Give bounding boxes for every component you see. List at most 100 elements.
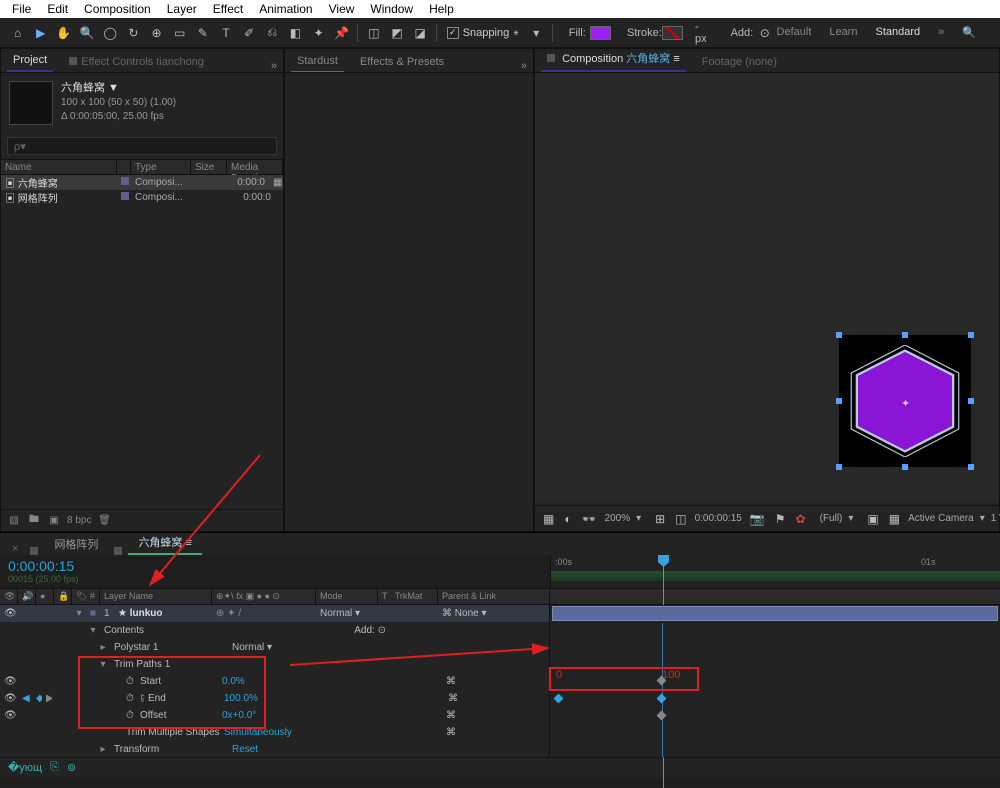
menu-effect[interactable]: Effect: [205, 2, 251, 16]
orbit-tool-icon[interactable]: ◯: [101, 23, 120, 43]
stopwatch-icon[interactable]: ⏱: [122, 710, 136, 721]
keyframe-end-0[interactable]: [554, 694, 564, 704]
layer1-bar[interactable]: [552, 606, 998, 621]
col-layer-name[interactable]: Layer Name: [100, 589, 212, 604]
tab-project[interactable]: Project: [7, 50, 53, 72]
show-snapshot-icon[interactable]: ⚑: [775, 509, 786, 529]
transform-row[interactable]: ▸ Transform Reset: [0, 741, 549, 757]
col-audio-icon[interactable]: 🔊: [18, 589, 36, 604]
time-ruler[interactable]: :00s 01s 02s: [550, 555, 1000, 588]
add-label[interactable]: Add:: [731, 27, 754, 39]
trash-icon[interactable]: 🗑: [97, 514, 111, 528]
interpret-icon[interactable]: ▧: [7, 514, 21, 528]
tab-footage[interactable]: Footage (none): [696, 52, 783, 72]
col-solo-icon[interactable]: ●: [36, 589, 54, 604]
contents-row[interactable]: ▾ Contents Add: ⊙: [0, 622, 549, 639]
col-eye-icon[interactable]: 👁: [0, 589, 18, 604]
rotate-tool-icon[interactable]: ↻: [124, 23, 143, 43]
workspace-default[interactable]: Default: [777, 26, 812, 39]
composition-viewer[interactable]: ✦: [535, 73, 999, 503]
tab-effects-presets[interactable]: Effects & Presets: [354, 52, 450, 72]
timeline-tab-1[interactable]: 网格阵列: [44, 533, 108, 555]
start-value[interactable]: 0.0%: [218, 676, 304, 687]
stroke-width[interactable]: - px: [695, 21, 713, 45]
snap-opts-icon[interactable]: ▾: [527, 23, 546, 43]
col-mode[interactable]: Mode: [316, 589, 378, 604]
stroke-swatch[interactable]: [662, 26, 683, 40]
search-help-icon[interactable]: 🔍: [962, 26, 976, 39]
home-icon[interactable]: ⌂: [8, 23, 27, 43]
local-axis-icon[interactable]: ◫: [364, 23, 383, 43]
fill-label[interactable]: Fill:: [569, 27, 586, 39]
clone-tool-icon[interactable]: ⎌: [263, 23, 282, 43]
menu-layer[interactable]: Layer: [159, 2, 205, 16]
trimpaths-row[interactable]: ▾ Trim Paths 1: [0, 656, 549, 673]
viewer-timecode[interactable]: 0:00:00:15: [695, 513, 742, 524]
timeline-close-icon[interactable]: ×: [12, 543, 18, 555]
workspace-learn[interactable]: Learn: [829, 26, 857, 39]
trim-multiple-row[interactable]: Trim Multiple Shapes Simultaneously ⌘: [0, 724, 549, 741]
view-axis-icon[interactable]: ◪: [411, 23, 430, 43]
region-icon[interactable]: ▣: [867, 509, 878, 529]
menu-composition[interactable]: Composition: [76, 2, 159, 16]
keyframe-end-1[interactable]: [657, 694, 667, 704]
fill-swatch[interactable]: [590, 26, 611, 40]
col-label[interactable]: [117, 160, 131, 174]
offset-value[interactable]: 0x+0.0°: [218, 710, 304, 721]
snapshot-icon[interactable]: 📷: [750, 509, 765, 529]
brush-tool-icon[interactable]: ✐: [240, 23, 259, 43]
menu-file[interactable]: File: [4, 2, 39, 16]
col-name[interactable]: Name: [1, 160, 117, 174]
anchor-point-icon[interactable]: ✦: [901, 397, 910, 410]
menu-view[interactable]: View: [321, 2, 363, 16]
col-parent[interactable]: Parent & Link: [438, 589, 550, 604]
rect-tool-icon[interactable]: ▭: [170, 23, 189, 43]
bpc-toggle[interactable]: 8 bpc: [67, 515, 91, 526]
pen-tool-icon[interactable]: ✎: [193, 23, 212, 43]
anchor-tool-icon[interactable]: ⊕: [147, 23, 166, 43]
stroke-label[interactable]: Stroke:: [627, 27, 662, 39]
layer-row-1[interactable]: 👁 ▾ ■ 1 ★ lunkuo ⊕ ✦ / Normal ▾ ⌘ None ▾: [0, 605, 549, 622]
color-mgmt-icon[interactable]: ✿: [796, 509, 806, 529]
start-row[interactable]: 👁 ⏱ Start 0.0% ⌘: [0, 673, 549, 690]
add-menu-icon[interactable]: ⊙: [755, 23, 774, 43]
project-row[interactable]: ▣ 六角蜂窝 Composi... 0:00:0 ▦: [1, 175, 283, 190]
eye-icon[interactable]: 👁: [0, 608, 18, 619]
menu-window[interactable]: Window: [362, 2, 421, 16]
zoom-tool-icon[interactable]: 🔍: [77, 23, 96, 43]
col-switches[interactable]: ⊕✦\ fx ▣ ● ● ⊙: [212, 589, 316, 604]
selection-tool-icon[interactable]: ▶: [31, 23, 50, 43]
glasses-icon[interactable]: 👓: [582, 509, 597, 529]
menu-animation[interactable]: Animation: [251, 2, 320, 16]
toggle-switches-icon[interactable]: �ующ: [8, 761, 42, 774]
snapping-toggle[interactable]: ✓ Snapping ⚹: [447, 27, 519, 39]
twirl-icon[interactable]: ▾: [72, 608, 86, 619]
current-timecode[interactable]: 0:00:00:15: [8, 558, 542, 574]
hand-tool-icon[interactable]: ✋: [54, 23, 73, 43]
frame-blend-icon[interactable]: ⎘: [50, 761, 59, 774]
eraser-tool-icon[interactable]: ◧: [286, 23, 305, 43]
col-lock-icon[interactable]: 🔒: [54, 589, 72, 604]
tab-composition[interactable]: Composition 六角蜂窝 ≡: [541, 46, 686, 72]
polystar-row[interactable]: ▸ Polystar 1 Normal ▾: [0, 639, 549, 656]
project-row[interactable]: ▣ 网格阵列 Composi... 0:00:0: [1, 190, 283, 205]
stopwatch-icon[interactable]: ⏱: [122, 693, 136, 704]
panel-menu-icon[interactable]: »: [521, 60, 527, 72]
new-folder-icon[interactable]: 🖿: [27, 514, 41, 528]
project-search[interactable]: ρ▾: [7, 137, 277, 155]
project-item-title[interactable]: 六角蜂窝 ▼: [61, 81, 176, 96]
tab-effect-controls[interactable]: Effect Controls tianchong: [63, 52, 210, 72]
col-mediadur[interactable]: Media Durati: [227, 160, 283, 174]
grid-icon[interactable]: ▦: [543, 509, 554, 529]
panel-menu-icon[interactable]: »: [271, 60, 277, 72]
resolution-dropdown[interactable]: (Full): [820, 513, 843, 524]
col-label-icon[interactable]: 🏷 #: [72, 589, 100, 604]
menu-edit[interactable]: Edit: [39, 2, 76, 16]
new-comp-icon[interactable]: ▣: [47, 514, 61, 528]
motion-blur-icon[interactable]: ⊚: [67, 761, 76, 774]
roto-tool-icon[interactable]: ✦: [309, 23, 328, 43]
timeline-tab-2[interactable]: 六角蜂窝 ≡: [128, 531, 201, 555]
res-icon[interactable]: ⊞: [655, 509, 665, 529]
world-axis-icon[interactable]: ◩: [387, 23, 406, 43]
camera-dropdown[interactable]: Active Camera: [908, 513, 974, 524]
